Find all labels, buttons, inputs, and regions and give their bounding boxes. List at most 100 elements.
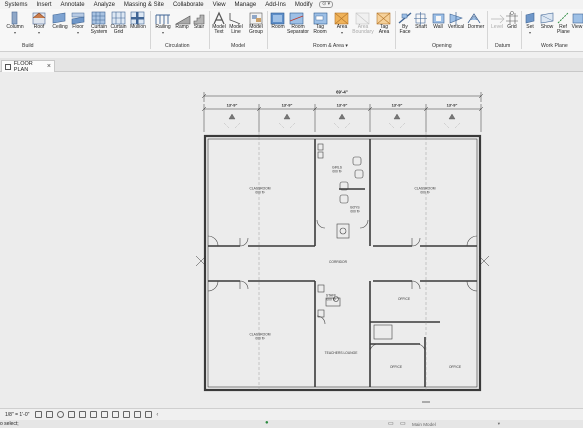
crop-view-icon[interactable]: [79, 411, 87, 418]
tag-room-button[interactable]: Tag Room: [310, 24, 330, 36]
set-dropdown-icon[interactable]: ▾: [529, 30, 531, 35]
temporary-hide-icon[interactable]: [101, 411, 109, 418]
curtain-system-button[interactable]: Curtain System: [88, 24, 110, 36]
chevron-left-icon[interactable]: ‹: [156, 412, 158, 418]
design-option-select[interactable]: Main Model ▾: [412, 420, 500, 428]
close-icon[interactable]: ×: [47, 63, 51, 70]
mullion-button[interactable]: Mullion: [127, 24, 149, 30]
ref-plane-button[interactable]: Ref Plane: [555, 24, 571, 36]
menu-insert[interactable]: Insert: [32, 2, 56, 8]
ramp-button[interactable]: Ramp: [173, 24, 191, 30]
menu-modify[interactable]: Modify: [290, 2, 317, 8]
dormer-button[interactable]: Dormer: [465, 24, 487, 30]
menu-manage[interactable]: Manage: [230, 2, 261, 8]
editable-only-icon[interactable]: ▭: [400, 420, 406, 427]
workset-icon[interactable]: ●: [265, 420, 269, 426]
tab-floor-plan[interactable]: FLOOR PLAN ×: [1, 60, 55, 73]
show-button[interactable]: Show: [538, 24, 556, 30]
filter-icon[interactable]: ▭: [388, 420, 394, 427]
panel-label-datum: Datum: [495, 43, 511, 49]
model-text-button-label: Model Text: [212, 24, 226, 36]
vertical-scroll-hint: [422, 401, 430, 403]
area-boundary-icon: [355, 12, 370, 25]
column-icon: [11, 11, 18, 25]
model-line-button[interactable]: Model Line: [227, 24, 245, 36]
floor-button[interactable]: Floor ▾: [68, 24, 88, 36]
model-group-button[interactable]: Model Group: [246, 24, 266, 36]
drawing-canvas[interactable]: 69'-4" 13'-9" 13'-9" 13'-9" 13'-9" 13'-9…: [0, 72, 583, 408]
level-icon: [491, 14, 505, 24]
column-button[interactable]: Column ▾: [2, 24, 28, 36]
column-dropdown-icon[interactable]: ▾: [14, 30, 16, 35]
room-separator-button[interactable]: Room Separator: [285, 24, 311, 36]
floor-dropdown-icon[interactable]: ▾: [77, 30, 79, 35]
menu-view[interactable]: View: [208, 2, 230, 8]
set-button[interactable]: Set ▾: [522, 24, 538, 36]
show-icon: [540, 12, 554, 24]
worksharing-display-icon[interactable]: [123, 411, 131, 418]
room-tag-classroom[interactable]: CLASSROOM 000 ft²: [249, 333, 270, 340]
menu-annotate[interactable]: Annotate: [56, 2, 89, 8]
ramp-icon: [174, 15, 191, 25]
menu-systems[interactable]: Systems: [0, 2, 32, 8]
sun-path-icon[interactable]: [57, 411, 65, 418]
constraints-icon[interactable]: [145, 411, 153, 418]
room-tag-office[interactable]: OFFICE: [398, 298, 410, 302]
area-button[interactable]: Area ▾: [332, 24, 352, 36]
reveal-hidden-icon[interactable]: [112, 411, 120, 418]
panel-label-room-area[interactable]: Room & Area ▾: [313, 43, 348, 49]
model-text-icon: [213, 11, 225, 25]
menu-collaborate[interactable]: Collaborate: [168, 2, 208, 8]
model-text-button[interactable]: Model Text: [210, 24, 228, 36]
bay-dimension-label: 13'-9": [391, 102, 403, 108]
roof-dropdown-icon[interactable]: ▾: [38, 30, 40, 35]
menu-add-ins[interactable]: Add-Ins: [261, 2, 291, 8]
room-name: OFFICE: [397, 297, 411, 302]
panel-label-build: Build: [22, 43, 34, 49]
contextual-tab-toggle-icon[interactable]: ⊙ ▾: [319, 1, 334, 8]
railing-dropdown-icon[interactable]: ▾: [162, 30, 164, 35]
wall-opening-button-label: Wall: [433, 24, 443, 30]
grid-button-label: Grid: [507, 24, 517, 30]
detail-level-icon[interactable]: [35, 411, 43, 418]
room-separator-button-label: Room Separator: [287, 24, 309, 36]
area-dropdown-icon[interactable]: ▾: [341, 30, 343, 35]
ceiling-button-label: Ceiling: [52, 24, 68, 30]
viewer-button-label: View: [571, 24, 583, 30]
room-tag-office[interactable]: OFFICE: [390, 366, 402, 370]
room-tag-girls[interactable]: GIRLS 000 ft²: [332, 166, 342, 173]
panel-expand-icon[interactable]: ▾: [345, 43, 348, 49]
roof-button[interactable]: Roof ▾: [28, 24, 50, 36]
room-tag-classroom[interactable]: CLASSROOM 000 ft²: [414, 187, 435, 194]
tag-area-button[interactable]: Tag Area: [374, 24, 394, 36]
railing-button[interactable]: Railing ▾: [152, 24, 174, 36]
shaft-button[interactable]: Shaft: [412, 24, 430, 30]
room-area: 000 ft²: [332, 169, 342, 173]
room-tag-corridor[interactable]: CORRIDOR: [329, 261, 347, 265]
shadows-icon[interactable]: [68, 411, 76, 418]
curtain-system-icon: [91, 11, 106, 25]
grid-button[interactable]: Grid: [504, 24, 520, 30]
room-tag-staff[interactable]: STAFF 000 ft²: [326, 294, 336, 301]
view-scale[interactable]: 1/8" = 1'-0": [5, 412, 29, 418]
wall-opening-button[interactable]: Wall: [430, 24, 446, 30]
chevron-down-icon[interactable]: ▾: [498, 421, 500, 427]
room-tag-boys[interactable]: BOYS 000 ft²: [350, 206, 359, 213]
room-tag-office[interactable]: OFFICE: [449, 366, 461, 370]
menu-analyze[interactable]: Analyze: [89, 2, 119, 8]
menu-massing-site[interactable]: Massing & Site: [119, 2, 168, 8]
show-button-label: Show: [540, 24, 554, 30]
viewer-button[interactable]: View: [570, 24, 583, 30]
show-crop-region-icon[interactable]: [90, 411, 98, 418]
level-button-label: Level: [491, 24, 503, 30]
curtain-grid-button[interactable]: Curtain Grid: [109, 24, 128, 36]
stair-button[interactable]: Stair: [190, 24, 208, 30]
analytical-model-icon[interactable]: [134, 411, 142, 418]
room-name: CORRIDOR: [329, 260, 347, 265]
vertical-opening-button[interactable]: Vertical: [445, 24, 467, 30]
room-tag-classroom[interactable]: CLASSROOM 000 ft²: [249, 187, 270, 194]
dormer-button-label: Dormer: [467, 24, 485, 30]
staff-fixtures: [373, 324, 393, 340]
room-tag-teachers-lounge[interactable]: TEACHERS LOUNGE: [325, 352, 358, 356]
visual-style-icon[interactable]: [46, 411, 54, 418]
